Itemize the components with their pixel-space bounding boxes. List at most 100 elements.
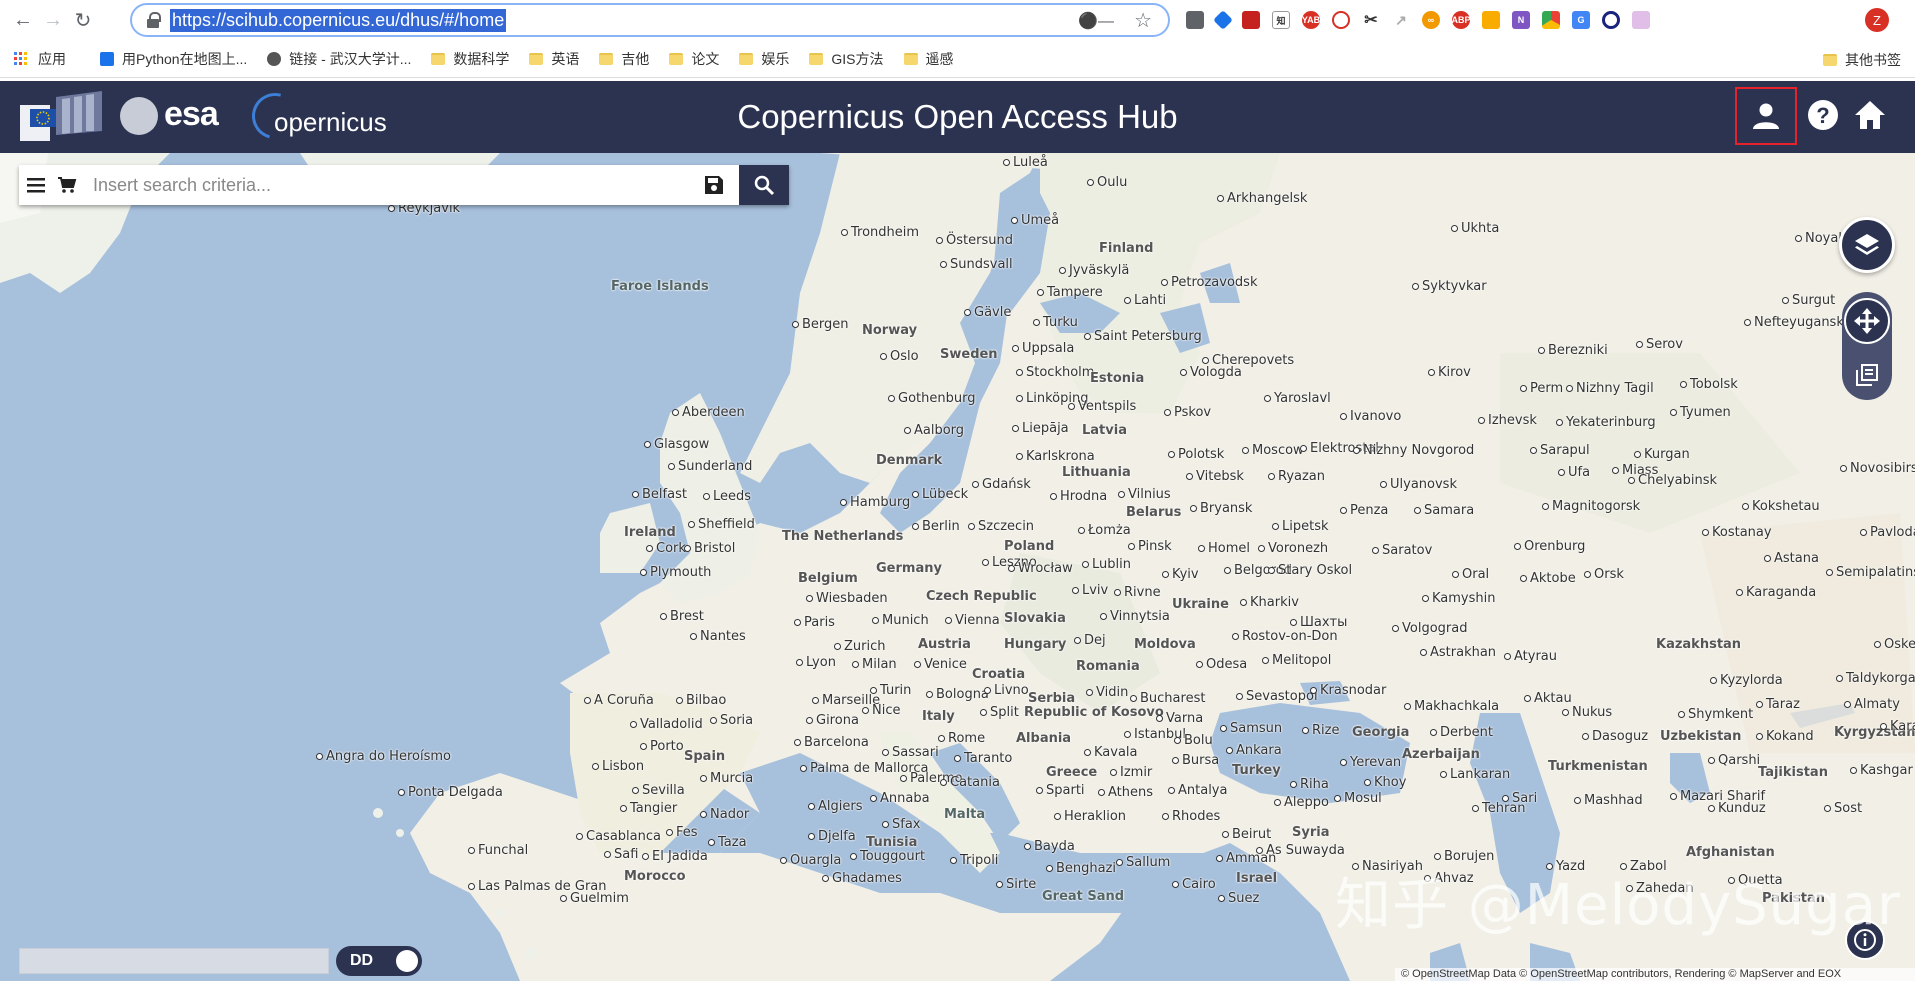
extension-translate-icon[interactable]: G: [1572, 11, 1590, 29]
bookmark-folder[interactable]: 遥感: [903, 49, 954, 69]
bookmark-folder[interactable]: 论文: [669, 49, 719, 69]
area-select-button[interactable]: [1847, 355, 1887, 395]
forward-arrow-icon[interactable]: →: [38, 5, 68, 35]
help-icon[interactable]: ?: [1805, 97, 1841, 133]
map-label-city: Lipetsk: [1272, 519, 1329, 534]
map-viewer[interactable]: Luleå Oulu Arkhangelsk Reykjavík Trondheim Ös…: [0, 153, 1915, 981]
cart-icon[interactable]: [53, 165, 81, 205]
map-label-city: Petrozavodsk: [1161, 275, 1257, 290]
back-arrow-icon[interactable]: ←: [8, 5, 38, 35]
map-label-city: Gdańsk: [972, 477, 1031, 492]
url-text[interactable]: https://scihub.copernicus.eu/dhus/#/home: [170, 8, 507, 32]
hamburger-menu-icon[interactable]: [19, 165, 53, 205]
map-label-city: Rhodes: [1162, 809, 1220, 824]
map-label-city: Lyon: [796, 655, 836, 670]
map-label-city: Safi: [604, 847, 638, 862]
map-label-city: Nizhny Tagil: [1566, 381, 1654, 396]
map-label-city: Tangier: [620, 801, 677, 816]
map-label-city: Moscow: [1242, 443, 1304, 458]
map-label-city: Taraz: [1756, 697, 1800, 712]
map-label-city: Vinnytsia: [1100, 609, 1170, 624]
map-label-city: Trondheim: [841, 225, 919, 240]
map-label-country: Israel: [1236, 871, 1278, 886]
extension-c-icon[interactable]: [1602, 11, 1620, 29]
folder-icon: [739, 52, 754, 65]
map-tools-panel: [1842, 292, 1892, 400]
map-label-city: Sassari: [882, 745, 939, 760]
map-label-city: Syktyvkar: [1412, 279, 1487, 294]
bookmark-folder[interactable]: GIS方法: [809, 49, 884, 69]
extension-chrome-icon[interactable]: [1542, 11, 1560, 29]
reload-icon[interactable]: ↻: [68, 5, 98, 35]
map-label-country: Germany: [876, 561, 942, 576]
extension-pattern-icon[interactable]: [1632, 11, 1650, 29]
european-commission-logo: [20, 91, 102, 141]
extension-abp-icon[interactable]: ABP: [1452, 11, 1471, 29]
extension-scissors-icon[interactable]: ✂: [1362, 11, 1380, 29]
map-label-country: Azerbaijan: [1402, 747, 1480, 762]
bookmark-star-icon[interactable]: ☆: [1134, 8, 1152, 33]
map-label-city: Homel: [1198, 541, 1250, 556]
address-bar[interactable]: https://scihub.copernicus.eu/dhus/#/home…: [130, 3, 1170, 37]
map-label-city: Vitebsk: [1186, 469, 1244, 484]
extension-shield-icon[interactable]: [1186, 11, 1204, 29]
folder-icon: [809, 52, 824, 65]
map-label-city: Cairo: [1172, 877, 1216, 892]
map-label-city: Brest: [660, 609, 704, 624]
profile-avatar[interactable]: Z: [1865, 8, 1889, 32]
map-label-city: Belfast: [632, 487, 687, 502]
search-input[interactable]: [81, 165, 689, 205]
map-label-city: Milan: [852, 657, 897, 672]
key-icon[interactable]: ⚫―: [1078, 11, 1114, 31]
other-bookmarks[interactable]: 其他书签: [1823, 50, 1901, 70]
search-button[interactable]: [739, 165, 789, 205]
extension-onenote-icon[interactable]: N: [1512, 11, 1530, 29]
bookmark-folder[interactable]: 英语: [529, 49, 579, 69]
map-label-city: Kunduz: [1708, 801, 1766, 816]
extension-book-icon[interactable]: [1242, 11, 1260, 29]
extension-infinity-icon[interactable]: ∞: [1422, 11, 1440, 29]
home-icon[interactable]: [1852, 97, 1888, 133]
extension-diamond-icon[interactable]: [1213, 10, 1233, 30]
map-label-city: Wiesbaden: [806, 591, 888, 606]
map-attribution: © OpenStreetMap Data © OpenStreetMap con…: [1395, 968, 1915, 981]
map-label-city: Novosibirsk: [1840, 461, 1915, 476]
map-label-city: Astana: [1764, 551, 1819, 566]
map-label-city: Ventspils: [1068, 399, 1136, 414]
bookmark-folder[interactable]: 数据科学: [431, 49, 509, 69]
map-label-city: Venice: [914, 657, 967, 672]
bookmark-item[interactable]: 链接 - 武汉大学计...: [267, 49, 411, 69]
user-login-button[interactable]: [1735, 87, 1797, 145]
map-label-city: Kamyshin: [1422, 591, 1495, 606]
map-label-country: Finland: [1099, 241, 1154, 256]
bookmark-folder[interactable]: 吉他: [599, 49, 649, 69]
map-label-city: Szczecin: [968, 519, 1034, 534]
map-label-country: Republic of Kosovo: [1024, 705, 1164, 720]
extension-circle-icon[interactable]: [1332, 11, 1350, 29]
map-label-country: Serbia: [1028, 691, 1076, 706]
map-label-city: Beirut: [1222, 827, 1271, 842]
extension-zhihu-icon[interactable]: 知: [1272, 11, 1290, 29]
extension-puzzle-icon[interactable]: [1482, 11, 1500, 29]
apps-grid-icon[interactable]: [14, 51, 28, 66]
layers-button[interactable]: [1839, 217, 1895, 273]
map-label-city: Aktobe: [1520, 571, 1576, 586]
pan-move-button[interactable]: [1844, 297, 1890, 344]
map-label-city: Östersund: [936, 233, 1013, 248]
bookmark-folder[interactable]: 娱乐: [739, 49, 789, 69]
map-label-city: Gävle: [964, 305, 1011, 320]
map-label-country: Tajikistan: [1758, 765, 1828, 780]
map-label-city: Ankara: [1226, 743, 1282, 758]
extension-cursor-icon[interactable]: ↗: [1392, 11, 1410, 29]
map-label-country: Ireland: [624, 525, 676, 540]
extension-yab-icon[interactable]: YAB: [1302, 11, 1320, 29]
map-label-city: Odesa: [1196, 657, 1247, 672]
map-label-city: Orsk: [1584, 567, 1624, 582]
save-search-icon[interactable]: [689, 165, 739, 205]
map-label-city: Rize: [1302, 723, 1339, 738]
coordinate-format-toggle[interactable]: DD: [336, 946, 422, 976]
apps-shortcut[interactable]: 应用: [38, 49, 66, 69]
bookmark-item[interactable]: 用Python在地图上...: [100, 49, 247, 69]
map-label-city: Suez: [1218, 891, 1259, 906]
map-label-country: The Netherlands: [782, 529, 904, 544]
